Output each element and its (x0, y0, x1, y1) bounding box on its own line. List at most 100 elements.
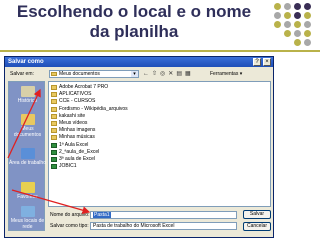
decorative-dot (284, 3, 291, 10)
file-list-item[interactable]: Minhas músicas (51, 134, 95, 141)
place-favorites-label: Favoritos (17, 194, 38, 200)
decorative-dot (274, 12, 281, 19)
file-list-item[interactable]: CCE - CURSOS (51, 98, 95, 105)
file-name: APLICATIVOS (59, 91, 92, 98)
file-name: Minhas músicas (59, 134, 95, 141)
file-name: Fordismo - Wikipédia_arquivos (59, 105, 128, 112)
excel-file-icon (51, 157, 57, 162)
file-list-item[interactable]: 1ª Aula Excel (51, 142, 88, 149)
decorative-dot (294, 3, 301, 10)
favorites-icon (20, 182, 35, 193)
title-divider-line (0, 50, 320, 52)
folder-icon (51, 121, 57, 126)
chevron-down-icon[interactable]: ▾ (131, 71, 138, 77)
save-button[interactable]: Salvar (243, 210, 271, 219)
decorative-dot (294, 39, 301, 46)
file-list[interactable]: Adobe Acrobat 7 PRO APLICATIVOS CCE - CURS… (48, 81, 271, 207)
folder-icon (51, 85, 57, 90)
folder-icon (51, 128, 57, 134)
filetype-dropdown[interactable]: Pasta de trabalho do Microsoft Excel (90, 222, 237, 230)
file-list-item[interactable]: kakashi site (51, 113, 85, 120)
folder-icon (51, 72, 57, 76)
my-documents-icon (20, 114, 35, 125)
decorative-dot (294, 30, 301, 37)
folder-icon (51, 99, 57, 105)
file-name: Meus vídeos (59, 120, 88, 126)
slide-title-line-1: Escolhendo o local e o nome (16, 2, 252, 21)
decorative-dot (274, 3, 281, 10)
cancel-button[interactable]: Cancelar (243, 222, 271, 231)
decorative-dot (284, 21, 291, 28)
save-in-value: Meus documentos (59, 71, 100, 77)
file-list-item[interactable]: 2_ªaula_de_Excel (51, 149, 99, 156)
place-history[interactable]: Histórico (9, 86, 46, 104)
decorative-dot (284, 12, 291, 19)
file-list-item[interactable]: Meus vídeos (51, 120, 87, 127)
close-button[interactable]: × (263, 58, 271, 66)
file-list-item[interactable]: Minhas imagens (51, 127, 95, 134)
help-button[interactable]: ? (253, 58, 261, 66)
network-places-icon (20, 206, 35, 217)
place-network[interactable]: Meus locais de rede (9, 206, 46, 230)
place-my-documents[interactable]: Meus documentos (9, 114, 46, 138)
folder-icon (51, 113, 57, 119)
folder-icon (51, 106, 57, 112)
tools-menu-label: Ferramentas (210, 71, 239, 77)
file-name: 3ª aula de Excel (59, 156, 96, 162)
file-list-item[interactable]: 3ª aula de Excel (51, 156, 95, 163)
place-network-label: Meus locais de rede (10, 218, 45, 230)
file-name: Minhas imagens (59, 127, 96, 134)
tools-menu-button[interactable]: Ferramentas ▾ (210, 70, 242, 78)
decorative-dot-grid (270, 3, 316, 47)
dialog-toolbar: ← ⇧ ◎ ✕ ▤ ▦ (143, 70, 191, 78)
decorative-dot (284, 30, 291, 37)
file-name: kakashi site (59, 112, 86, 119)
file-list-item[interactable]: Fordismo - Wikipédia_arquivos (51, 106, 128, 113)
filename-value: Pasta1 (93, 212, 111, 218)
file-name: 2_ªaula_de_Excel (59, 148, 100, 155)
file-list-item[interactable]: APLICATIVOS (51, 91, 91, 98)
place-desktop[interactable]: Área de trabalho (9, 148, 46, 166)
save-in-label: Salvar em: (10, 71, 34, 77)
folder-icon (51, 92, 57, 98)
slide-title: Escolhendo o local e o nome da planilha (4, 2, 264, 42)
decorative-dot (304, 21, 311, 28)
place-history-label: Histórico (17, 98, 38, 104)
place-desktop-label: Área de trabalho (9, 160, 46, 166)
slide-title-line-2: da planilha (89, 22, 179, 41)
dialog-title: Salvar como (8, 59, 44, 65)
file-list-item[interactable]: JOBIC1 (51, 163, 77, 170)
desktop-icon (20, 148, 35, 159)
file-list-item[interactable]: Adobe Acrobat 7 PRO (51, 84, 108, 91)
excel-file-icon (51, 142, 57, 148)
filename-label: Nome do arquivo: (50, 212, 90, 218)
place-my-documents-label: Meus documentos (13, 126, 42, 138)
decorative-dot (304, 12, 311, 19)
views-icon[interactable]: ▦ (185, 70, 191, 78)
places-bar: Histórico Meus documentos Área de trabal… (8, 81, 46, 231)
file-name: 1ª Aula Excel (59, 141, 89, 148)
place-favorites[interactable]: Favoritos (9, 182, 46, 200)
decorative-dot (304, 39, 311, 46)
delete-icon[interactable]: ✕ (168, 70, 173, 78)
file-name: JOBIC1 (59, 163, 77, 170)
back-icon[interactable]: ← (143, 70, 149, 78)
dialog-titlebar: Salvar como ? × (5, 57, 273, 67)
search-web-icon[interactable]: ◎ (160, 70, 165, 78)
filetype-label: Salvar como tipo: (50, 223, 89, 229)
decorative-dot (274, 21, 281, 28)
excel-file-icon (51, 164, 57, 170)
history-icon (20, 86, 35, 97)
up-folder-icon[interactable]: ⇧ (152, 70, 157, 78)
decorative-dot (294, 21, 301, 28)
new-folder-icon[interactable]: ▤ (176, 70, 182, 78)
file-name: Adobe Acrobat 7 PRO (59, 84, 109, 90)
filetype-value: Pasta de trabalho do Microsoft Excel (93, 223, 175, 229)
folder-icon (51, 135, 57, 141)
filename-input[interactable]: Pasta1 (90, 211, 237, 219)
save-in-dropdown[interactable]: Meus documentos ▾ (49, 70, 139, 78)
save-as-dialog: Salvar como ? × Salvar em: Meus document… (4, 56, 274, 238)
decorative-dot (304, 30, 311, 37)
decorative-dot (304, 3, 311, 10)
file-name: CCE - CURSOS (59, 98, 96, 105)
